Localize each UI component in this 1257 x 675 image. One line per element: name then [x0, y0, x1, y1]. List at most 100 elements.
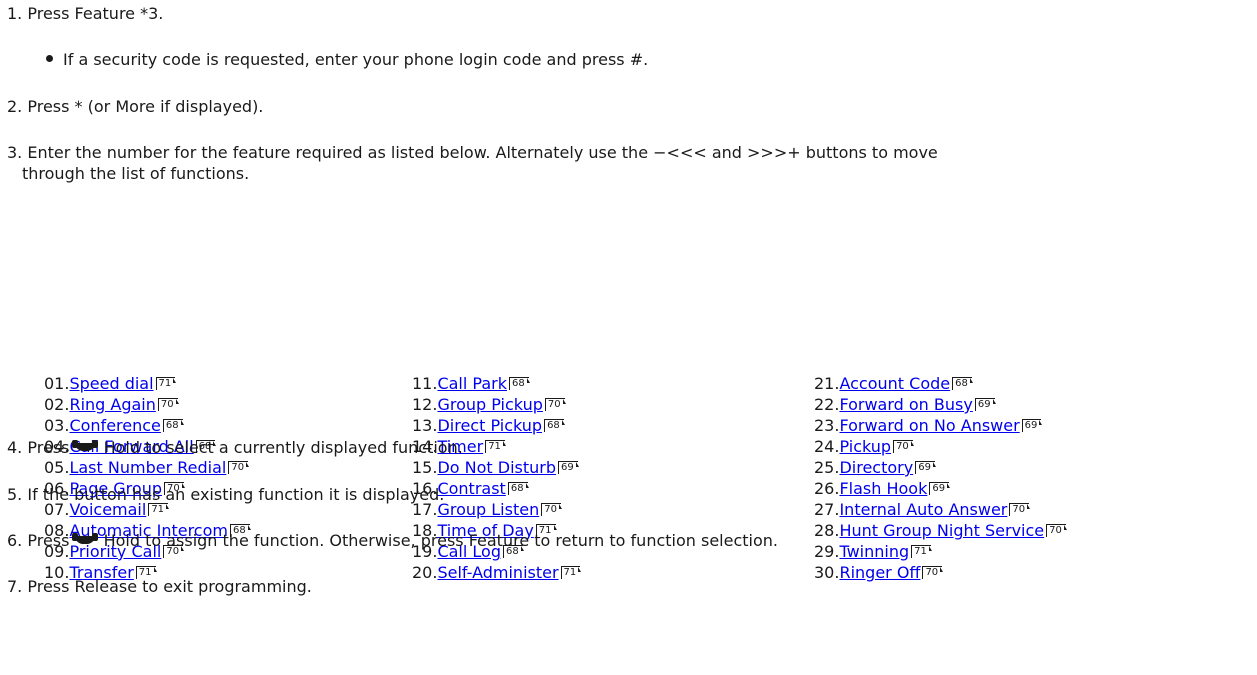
page-reference-icon[interactable]: 69: [974, 398, 996, 411]
feature-link[interactable]: Directory: [839, 458, 913, 477]
feature-item: 23. Forward on No Answer 69: [814, 415, 1043, 436]
page-reference-icon[interactable]: 70: [1009, 503, 1030, 516]
feature-link[interactable]: Account Code: [839, 374, 950, 393]
page-reference-icon[interactable]: 69: [929, 482, 950, 495]
feature-link[interactable]: Internal Auto Answer: [839, 500, 1007, 519]
feature-item: 03. Conference 68: [44, 415, 184, 436]
feature-number: 22.: [814, 395, 840, 414]
page-reference-icon[interactable]: 71: [911, 545, 932, 558]
feature-link[interactable]: Conference: [69, 416, 160, 435]
bullet-icon: [46, 55, 53, 62]
feature-number: 30.: [814, 563, 840, 582]
feature-number: 02.: [44, 395, 70, 414]
page-reference-icon[interactable]: 68: [952, 377, 973, 390]
feature-number: 13.: [412, 416, 438, 435]
feature-link[interactable]: Ring Again: [69, 395, 155, 414]
feature-item: 05. Last Number Redial 70: [44, 457, 249, 478]
step-text-post: Hold to assign the function. Otherwise, …: [103, 531, 778, 550]
step-number: 1.: [7, 4, 23, 23]
feature-item: 20. Self-Administer 71: [412, 562, 582, 583]
page-reference-icon[interactable]: 70: [541, 503, 562, 516]
feature-item: 11. Call Park 68: [412, 373, 530, 394]
page-reference-icon[interactable]: 71: [155, 377, 177, 390]
feature-number: 26.: [814, 479, 840, 498]
step-text-pre: Press: [27, 531, 70, 550]
feature-number: 11.: [412, 374, 438, 393]
feature-link[interactable]: Hunt Group Night Service: [839, 521, 1044, 540]
page-reference-icon[interactable]: 70: [157, 398, 179, 411]
feature-number: 25.: [814, 458, 840, 477]
step-text-post: Hold to select a currently displayed fun…: [103, 438, 463, 457]
bullet-text: If a security code is requested, enter y…: [63, 50, 649, 69]
step-number: 4.: [7, 438, 23, 457]
step-1-bullet: If a security code is requested, enter y…: [46, 50, 648, 70]
step-6: 6. Press Hold to assign the function. Ot…: [7, 531, 778, 551]
step-text: through the list of functions.: [22, 164, 250, 183]
page-reference-icon[interactable]: 69: [1021, 419, 1043, 432]
feature-link[interactable]: Ringer Off: [839, 563, 920, 582]
step-text-pre: Press: [27, 438, 70, 457]
page-reference-icon[interactable]: 68: [507, 482, 529, 495]
step-text: Press * (or More if displayed).: [27, 97, 264, 116]
step-5: 5. If the button has an existing functio…: [7, 485, 444, 505]
feature-number: 12.: [412, 395, 438, 414]
page-reference-icon[interactable]: 70: [922, 566, 943, 579]
feature-number: 21.: [814, 374, 840, 393]
page-reference-icon[interactable]: 70: [228, 461, 249, 474]
feature-link[interactable]: Do Not Disturb: [437, 458, 556, 477]
feature-number: 01.: [44, 374, 70, 393]
step-text: Press Feature *3.: [27, 4, 164, 23]
feature-number: 03.: [44, 416, 70, 435]
page-reference-icon[interactable]: 69: [558, 461, 579, 474]
feature-link[interactable]: Contrast: [437, 479, 505, 498]
step-2: 2. Press * (or More if displayed).: [7, 97, 263, 117]
feature-link[interactable]: Forward on Busy: [839, 395, 972, 414]
feature-number: 27.: [814, 500, 840, 519]
page-reference-icon[interactable]: 68: [162, 419, 184, 432]
step-1: 1. Press Feature *3.: [7, 4, 163, 24]
step-3: 3. Enter the number for the feature requ…: [7, 143, 938, 163]
hold-handset-icon: [72, 532, 99, 544]
feature-item: 12. Group Pickup 70: [412, 394, 566, 415]
step-3-continued: through the list of functions.: [22, 164, 249, 184]
step-number: 6.: [7, 531, 23, 550]
feature-link[interactable]: Direct Pickup: [437, 416, 542, 435]
step-number: 7.: [7, 577, 23, 596]
page-reference-icon[interactable]: 70: [893, 440, 914, 453]
feature-link[interactable]: Forward on No Answer: [839, 416, 1019, 435]
feature-item: 02. Ring Again 70: [44, 394, 179, 415]
page-reference-icon[interactable]: 70: [1046, 524, 1067, 537]
feature-link[interactable]: Group Listen: [437, 500, 539, 519]
page-reference-icon[interactable]: 71: [485, 440, 506, 453]
feature-item: 22. Forward on Busy 69: [814, 394, 996, 415]
feature-number: 28.: [814, 521, 840, 540]
feature-item: 15. Do Not Disturb 69: [412, 457, 579, 478]
feature-link[interactable]: Group Pickup: [437, 395, 542, 414]
page-reference-icon[interactable]: 70: [544, 398, 566, 411]
page-reference-icon[interactable]: 68: [544, 419, 565, 432]
page-reference-icon[interactable]: 69: [915, 461, 936, 474]
feature-number: 23.: [814, 416, 840, 435]
feature-number: 29.: [814, 542, 840, 561]
feature-item: 24. Pickup 70: [814, 436, 914, 457]
feature-link[interactable]: Flash Hook: [839, 479, 927, 498]
feature-link[interactable]: Self-Administer: [437, 563, 558, 582]
page-reference-icon[interactable]: 71: [560, 566, 582, 579]
feature-link[interactable]: Last Number Redial: [69, 458, 226, 477]
feature-link[interactable]: Speed dial: [69, 374, 153, 393]
step-number: 3.: [7, 143, 23, 162]
feature-link[interactable]: Call Park: [437, 374, 507, 393]
hold-handset-icon: [72, 439, 99, 451]
feature-item: 21. Account Code 68: [814, 373, 973, 394]
feature-item: 01. Speed dial 71: [44, 373, 177, 394]
feature-item: 26. Flash Hook 69: [814, 478, 950, 499]
feature-item: 30. Ringer Off 70: [814, 562, 943, 583]
step-number: 5.: [7, 485, 23, 504]
feature-link[interactable]: Twinning: [839, 542, 909, 561]
feature-item: 28. Hunt Group Night Service 70: [814, 520, 1067, 541]
page-reference-icon[interactable]: 68: [508, 377, 530, 390]
feature-number: 05.: [44, 458, 70, 477]
feature-link[interactable]: Pickup: [839, 437, 891, 456]
step-4: 4. Press Hold to select a currently disp…: [7, 438, 463, 458]
feature-item: 13. Direct Pickup 68: [412, 415, 565, 436]
